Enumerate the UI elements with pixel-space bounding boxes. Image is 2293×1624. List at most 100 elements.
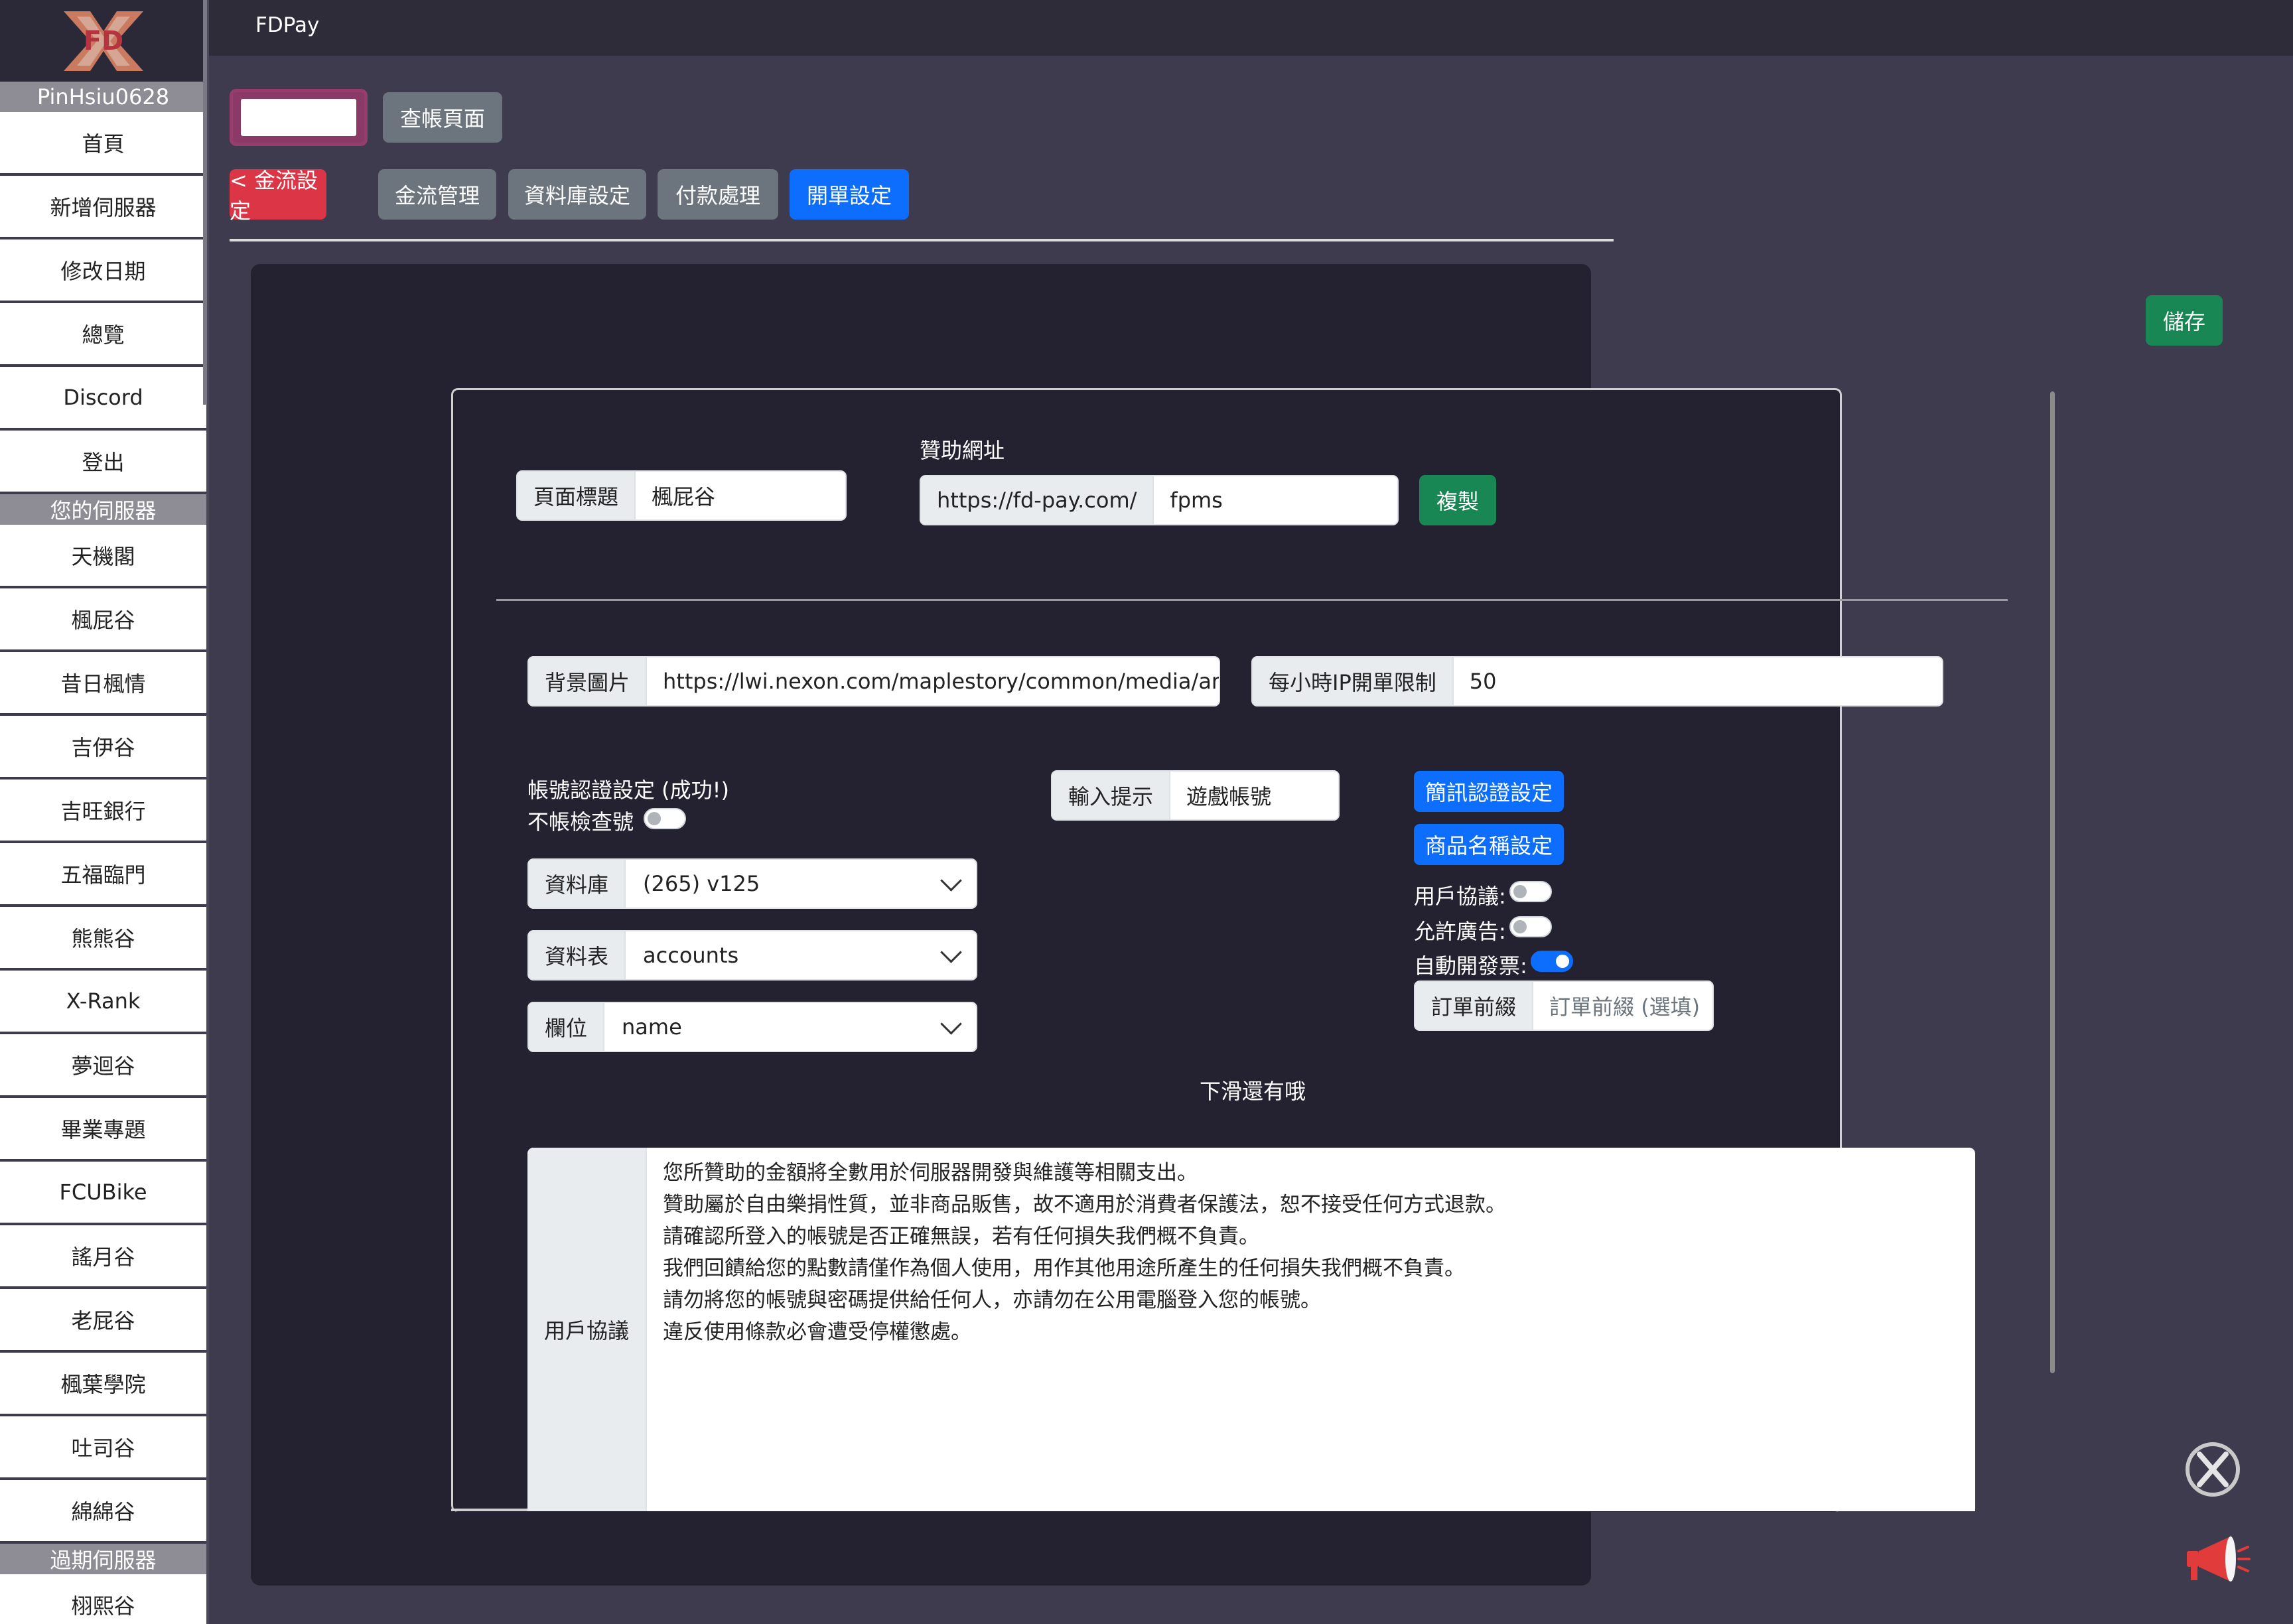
sidebar-item-edit-date[interactable]: 修改日期 <box>0 239 206 303</box>
sidebar-server-item[interactable]: 五福臨門 <box>0 843 206 907</box>
payment-process-button[interactable]: 付款處理 <box>658 169 778 220</box>
sidebar-scrollbar[interactable] <box>203 0 207 405</box>
agreement-line: 請確認所登入的帳號是否正確無誤，若有任何損失我們概不負責。 <box>663 1225 1259 1249</box>
sidebar-server-item[interactable]: 綿綿谷 <box>0 1480 206 1544</box>
page-title-input[interactable]: 楓屁谷 <box>636 472 845 519</box>
card-divider <box>496 599 2008 601</box>
sidebar-server-item[interactable]: 吉伊谷 <box>0 716 206 779</box>
table-select[interactable]: accounts <box>626 931 976 979</box>
sidebar-server-item[interactable]: 天機閣 <box>0 525 206 588</box>
agreement-line: 違反使用條款必會遭受停權懲處。 <box>663 1320 971 1344</box>
user-agreement-label: 用戶協議 <box>527 1148 647 1511</box>
sidebar-server-item[interactable]: FCUBike <box>0 1162 206 1225</box>
sidebar-server-item[interactable]: 吉旺銀行 <box>0 779 206 843</box>
sponsor-url-group: https://fd-pay.com/ fpms <box>920 475 1399 525</box>
sponsor-url-prefix: https://fd-pay.com/ <box>921 476 1154 524</box>
app-title[interactable]: FDPay <box>255 13 319 37</box>
view-bill-button[interactable]: 查帳頁面 <box>383 92 502 143</box>
sidebar-item-home[interactable]: 首頁 <box>0 112 206 176</box>
auto-invoice-toggle-label: 自動開發票: <box>1414 953 1527 979</box>
order-prefix-input[interactable]: 訂單前綴 (選填) <box>1533 982 1712 1030</box>
bg-image-group: 背景圖片 https://lwi.nexon.com/maplestory/co… <box>527 656 1220 707</box>
logo[interactable]: FD <box>0 0 206 82</box>
sidebar-server-item[interactable]: 謠月谷 <box>0 1225 206 1289</box>
agreement-line: 贊助屬於自由樂捐性質，並非商品販售，故不適用於消費者保護法，恕不接受任何方式退款… <box>663 1193 1506 1217</box>
sidebar-item-discord[interactable]: Discord <box>0 367 206 431</box>
copy-button[interactable]: 複製 <box>1419 475 1496 525</box>
sidebar-server-item[interactable]: 老屁谷 <box>0 1289 206 1353</box>
chevron-down-icon <box>940 869 962 892</box>
sidebar-server-item[interactable]: 楓屁谷 <box>0 588 206 652</box>
sidebar-item-logout[interactable]: 登出 <box>0 431 206 494</box>
payment-manage-button[interactable]: 金流管理 <box>378 169 496 220</box>
table-label: 資料表 <box>529 931 626 979</box>
sidebar-server-item[interactable]: 楓葉學院 <box>0 1353 206 1416</box>
sidebar-section-expired: 過期伺服器 <box>0 1544 206 1574</box>
product-name-settings-button[interactable]: 商品名稱設定 <box>1414 824 1564 865</box>
megaphone-icon[interactable] <box>2184 1532 2251 1586</box>
server-avatar-box[interactable] <box>230 89 368 146</box>
allow-ads-toggle-label: 允許廣告: <box>1414 919 1506 944</box>
input-hint-input[interactable]: 遊戲帳號 <box>1170 772 1338 819</box>
bg-image-input[interactable]: https://lwi.nexon.com/maplestory/common/… <box>647 657 1219 705</box>
field-select[interactable]: name <box>604 1003 976 1051</box>
field-value: name <box>622 1014 682 1040</box>
agreement-line: 請勿將您的帳號與密碼提供給任何人，亦請勿在公用電腦登入您的帳號。 <box>663 1288 1321 1312</box>
no-check-toggle[interactable] <box>644 808 686 829</box>
ip-limit-label: 每小時IP開單限制 <box>1253 657 1454 705</box>
page-title-group: 頁面標題 楓屁谷 <box>516 470 847 521</box>
database-value: (265) v125 <box>643 871 760 896</box>
sidebar-section-servers: 您的伺服器 <box>0 494 206 525</box>
sidebar-server-item[interactable]: 夢迴谷 <box>0 1034 206 1098</box>
input-hint-group: 輸入提示 遊戲帳號 <box>1051 770 1340 821</box>
save-button[interactable]: 儲存 <box>2146 295 2223 346</box>
x-circle-icon[interactable] <box>2183 1440 2243 1499</box>
sidebar-username: PinHsiu0628 <box>0 82 206 112</box>
input-hint-label: 輸入提示 <box>1052 772 1171 819</box>
user-agreement-toggle-label: 用戶協議: <box>1414 884 1506 909</box>
divider <box>230 239 1614 241</box>
sidebar-server-item[interactable]: 熊熊谷 <box>0 907 206 971</box>
user-agreement-textarea[interactable]: 您所贊助的金額將全數用於伺服器開發與維護等相關支出。 贊助屬於自由樂捐性質，並非… <box>647 1148 1975 1511</box>
order-settings-button[interactable]: 開單設定 <box>790 169 909 220</box>
database-select[interactable]: (265) v125 <box>626 860 976 908</box>
order-prefix-group: 訂單前綴 訂單前綴 (選填) <box>1414 981 1714 1031</box>
auto-invoice-toggle[interactable] <box>1531 951 1573 972</box>
scroll-hint: 下滑還有哦 <box>1200 1079 1306 1104</box>
ip-limit-group: 每小時IP開單限制 50 <box>1251 656 1943 707</box>
sidebar: FD PinHsiu0628 首頁 新增伺服器 修改日期 總覽 Discord … <box>0 0 209 1624</box>
sidebar-item-overview[interactable]: 總覽 <box>0 303 206 367</box>
sidebar-expired-item[interactable]: 栩熙谷 <box>0 1574 206 1624</box>
database-settings-button[interactable]: 資料庫設定 <box>508 169 646 220</box>
sponsor-url-input[interactable]: fpms <box>1154 476 1397 524</box>
bg-image-label: 背景圖片 <box>529 657 648 705</box>
card-scrollbar[interactable] <box>2050 391 2055 1373</box>
page-title-label: 頁面標題 <box>518 472 636 519</box>
agreement-line: 我們回饋給您的點數請僅作為個人使用，用作其他用途所產生的任何損失我們概不負責。 <box>663 1256 1465 1280</box>
allow-ads-toggle[interactable] <box>1509 916 1552 937</box>
user-agreement-toggle[interactable] <box>1509 881 1552 902</box>
back-payment-settings-button[interactable]: < 金流設定 <box>230 168 326 224</box>
ip-limit-input[interactable]: 50 <box>1453 657 1942 705</box>
order-prefix-label: 訂單前綴 <box>1415 982 1534 1030</box>
chevron-down-icon <box>940 1012 962 1035</box>
sidebar-server-item[interactable]: 畢業專題 <box>0 1098 206 1162</box>
table-value: accounts <box>643 943 739 968</box>
account-verify-heading: 帳號認證設定 (成功!) <box>527 778 729 803</box>
sidebar-server-item[interactable]: 吐司谷 <box>0 1416 206 1480</box>
chevron-down-icon <box>940 941 962 963</box>
table-group: 資料表 accounts <box>527 930 977 981</box>
sidebar-server-item[interactable]: X-Rank <box>0 971 206 1034</box>
agreement-line: 您所贊助的金額將全數用於伺服器開發與維護等相關支出。 <box>663 1161 1198 1185</box>
svg-text:FD: FD <box>83 26 123 56</box>
no-check-label: 不帳檢查號 <box>527 809 634 835</box>
sms-settings-button[interactable]: 簡訊認證設定 <box>1414 771 1564 812</box>
database-group: 資料庫 (265) v125 <box>527 858 977 909</box>
fd-logo-icon: FD <box>63 11 143 71</box>
database-label: 資料庫 <box>529 860 626 908</box>
sidebar-server-item[interactable]: 昔日楓情 <box>0 652 206 716</box>
user-agreement-group: 用戶協議 您所贊助的金額將全數用於伺服器開發與維護等相關支出。 贊助屬於自由樂捐… <box>527 1148 1975 1511</box>
field-group: 欄位 name <box>527 1002 977 1052</box>
sidebar-item-add-server[interactable]: 新增伺服器 <box>0 176 206 239</box>
field-label: 欄位 <box>529 1003 605 1051</box>
